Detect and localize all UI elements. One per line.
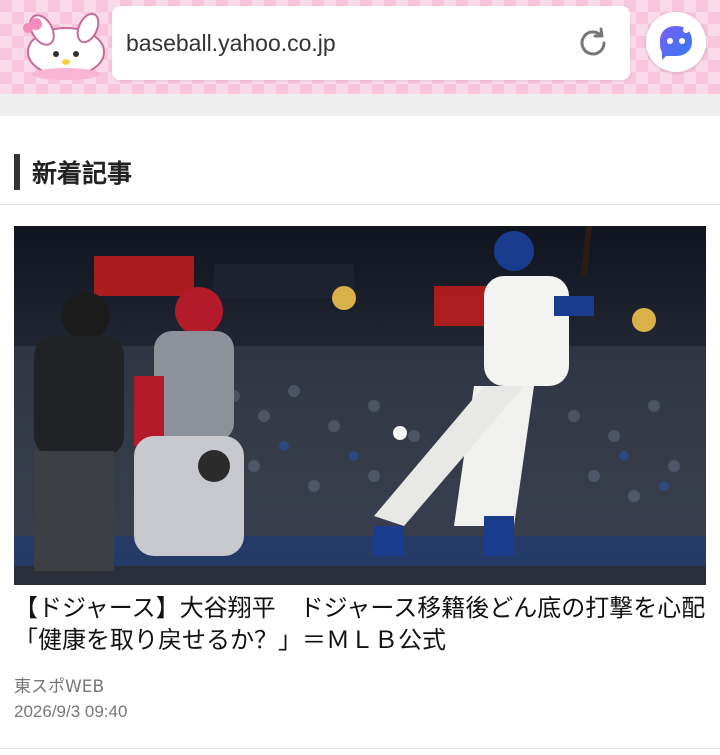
article-divider [0, 748, 720, 749]
article-source: 東スポWEB [14, 677, 105, 697]
assistant-button[interactable] [646, 12, 706, 72]
assistant-chat-icon [660, 26, 692, 60]
reload-icon[interactable] [574, 24, 612, 62]
article-headline[interactable]: 【ドジャース】大谷翔平 ドジャース移籍後どん底の打撃を心配 「健康を取り戻せるか… [14, 592, 720, 656]
mascot-character-icon [23, 12, 105, 80]
toolbar-separator [0, 94, 720, 116]
baseball-game-photo [14, 226, 706, 585]
browser-toolbar: baseball.yahoo.co.jp [0, 0, 720, 94]
section-title: 新着記事 [32, 159, 133, 188]
section-accent-bar [14, 154, 20, 190]
section-header: 新着記事 [14, 154, 132, 190]
address-bar[interactable]: baseball.yahoo.co.jp [112, 6, 630, 80]
section-divider [0, 204, 720, 205]
article-datetime: 2026/9/3 09:40 [14, 702, 128, 721]
url-text[interactable]: baseball.yahoo.co.jp [126, 30, 336, 57]
article-photo[interactable] [14, 226, 706, 585]
